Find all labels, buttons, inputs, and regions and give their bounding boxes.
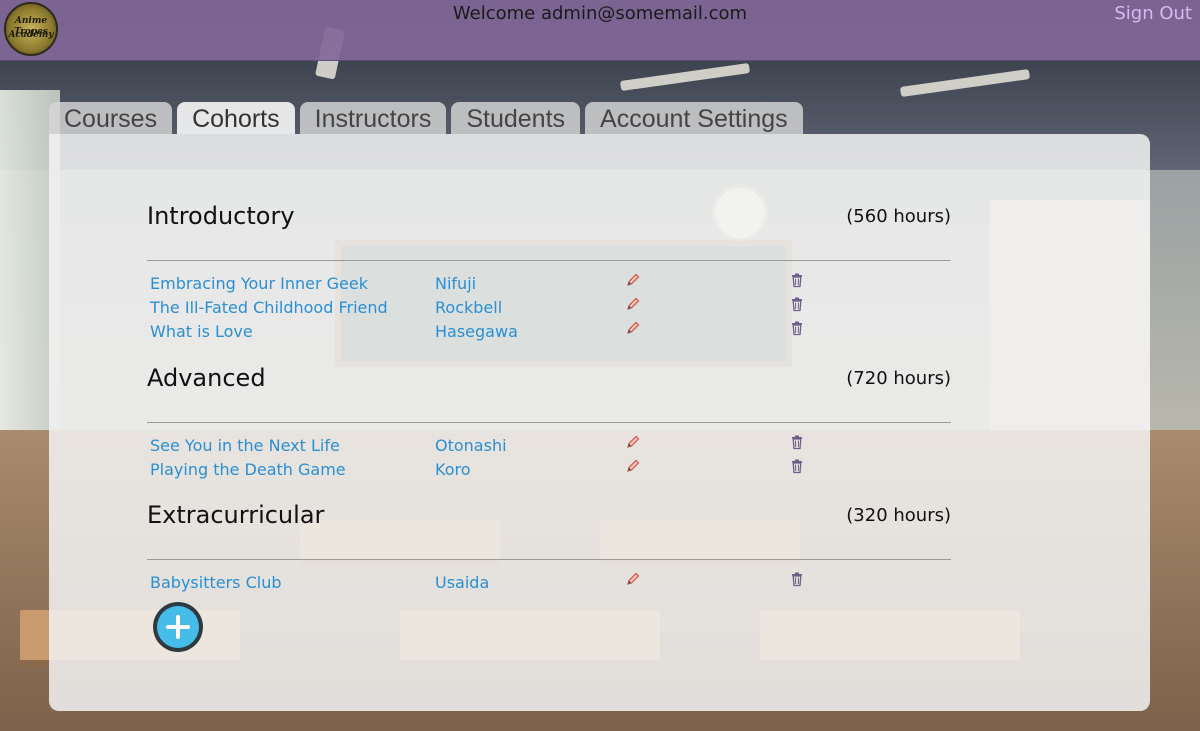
pencil-icon[interactable] [625,458,641,474]
plus-icon [157,606,199,648]
cohort-link[interactable]: See You in the Next Life [150,436,340,455]
cohort-row: See You in the Next Life Otonashi [147,434,951,460]
cohort-link[interactable]: What is Love [150,322,253,341]
pencil-icon[interactable] [625,320,641,336]
section-title: Extracurricular [147,501,325,529]
cohort-link[interactable]: Embracing Your Inner Geek [150,274,368,293]
cohorts-panel: Introductory (560 hours) Embracing Your … [49,134,1150,711]
add-cohort-button[interactable] [153,602,203,652]
welcome-message: Welcome admin@somemail.com [452,3,748,24]
trash-icon[interactable] [789,571,805,587]
instructor-link[interactable]: Koro [435,460,471,479]
cohort-row: Babysitters Club Usaida [147,571,951,597]
pencil-icon[interactable] [625,434,641,450]
trash-icon[interactable] [789,272,805,288]
section-header: Introductory (560 hours) [147,202,951,242]
tab-instructors[interactable]: Instructors [299,102,447,134]
tab-cohorts[interactable]: Cohorts [177,102,295,134]
pencil-icon[interactable] [625,272,641,288]
section-header: Advanced (720 hours) [147,364,951,404]
section-hours: (320 hours) [846,505,951,526]
trash-icon[interactable] [789,458,805,474]
section-introductory: Introductory (560 hours) Embracing Your … [147,202,951,341]
section-divider [147,422,951,423]
section-title: Introductory [147,202,295,230]
cohort-link[interactable]: The Ill-Fated Childhood Friend [150,298,388,317]
instructor-link[interactable]: Rockbell [435,298,502,317]
tab-courses[interactable]: Courses [49,102,173,134]
top-bar: Anime Tropes Academy Welcome admin@somem… [0,0,1200,61]
instructor-link[interactable]: Nifuji [435,274,476,293]
pencil-icon[interactable] [625,296,641,312]
cohort-link[interactable]: Playing the Death Game [150,460,346,479]
sign-out-link[interactable]: Sign Out [1114,3,1192,24]
trash-icon[interactable] [789,296,805,312]
logo-text-line2: Academy [8,30,54,40]
trash-icon[interactable] [789,320,805,336]
instructor-link[interactable]: Usaida [435,573,489,592]
main-tabs: Courses Cohorts Instructors Students Acc… [49,102,803,134]
cohort-row: Playing the Death Game Koro [147,458,951,484]
cohort-row: Embracing Your Inner Geek Nifuji [147,272,951,298]
tab-students[interactable]: Students [451,102,581,134]
section-extracurricular: Extracurricular (320 hours) Babysitters … [147,501,951,592]
instructor-link[interactable]: Otonashi [435,436,507,455]
section-divider [147,559,951,560]
section-header: Extracurricular (320 hours) [147,501,951,541]
pencil-icon[interactable] [625,571,641,587]
cohort-link[interactable]: Babysitters Club [150,573,282,592]
cohort-row: What is Love Hasegawa [147,320,951,346]
instructor-link[interactable]: Hasegawa [435,322,518,341]
cohort-row: The Ill-Fated Childhood Friend Rockbell [147,296,951,322]
section-divider [147,260,951,261]
section-hours: (720 hours) [846,368,951,389]
section-title: Advanced [147,364,266,392]
section-hours: (560 hours) [846,206,951,227]
tab-account-settings[interactable]: Account Settings [585,102,803,134]
section-advanced: Advanced (720 hours) See You in the Next… [147,364,951,479]
trash-icon[interactable] [789,434,805,450]
plus-icon-vertical [176,615,180,639]
